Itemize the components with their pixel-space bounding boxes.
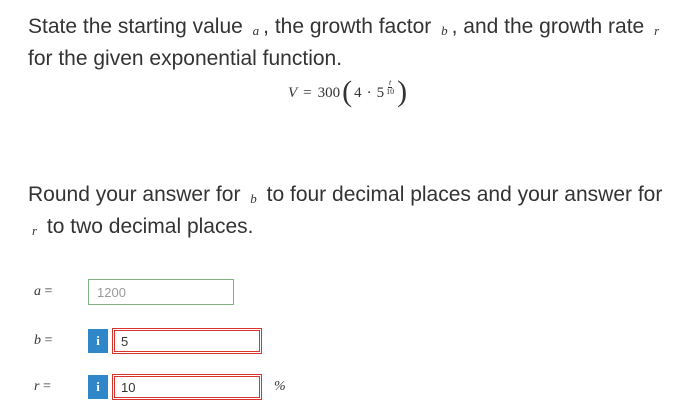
label-var-b: b — [34, 333, 41, 348]
instruction-variable-r: r — [32, 223, 38, 238]
prompt-text-2: , the growth factor — [263, 15, 432, 38]
answer-row-b: b = i — [34, 328, 262, 354]
variable-b: b — [441, 23, 448, 38]
label-var-a: a — [34, 284, 41, 299]
equation-equals: = — [303, 84, 312, 101]
exponent-denominator: 10 — [386, 86, 395, 96]
equation-exponent: t 10 — [385, 78, 395, 96]
equation-lhs: V — [288, 84, 298, 101]
answer-label-a: a = — [34, 284, 88, 300]
info-icon[interactable]: i — [88, 329, 108, 353]
label-eq-a: = — [44, 284, 53, 299]
equation-coefficient: 300 — [317, 84, 341, 101]
variable-r: r — [654, 23, 660, 38]
prompt-text-1: State the starting value — [28, 15, 243, 38]
label-eq-r: = — [42, 379, 51, 394]
info-icon[interactable]: i — [88, 375, 108, 399]
answer-input-b[interactable] — [112, 328, 262, 354]
answer-input-r[interactable] — [112, 374, 262, 400]
answer-label-b: b = — [34, 333, 88, 349]
prompt-text-4: for the given exponential function. — [28, 47, 343, 70]
answer-label-r: r = — [34, 379, 88, 395]
percent-unit: % — [274, 379, 286, 394]
label-var-r: r — [34, 379, 40, 394]
prompt-text-3: , and the growth rate — [451, 15, 645, 38]
answer-row-r: r = i % — [34, 374, 286, 400]
label-eq-b: = — [44, 333, 53, 348]
instruction-text-1: Round your answer for — [28, 183, 241, 206]
equation-inner-base: 4 — [354, 84, 362, 101]
instruction-variable-b: b — [250, 191, 257, 206]
instruction-text-3: to two decimal places. — [46, 215, 254, 238]
variable-a: a — [252, 23, 260, 38]
answer-row-a: a = — [34, 279, 234, 305]
equation-dot: · — [366, 84, 372, 101]
exponential-equation: V = 300 ( 4 · 5 t 10 ) — [288, 75, 409, 108]
answer-input-a[interactable] — [88, 279, 234, 305]
equation-power-base: 5 — [376, 84, 385, 101]
equation-paren-close: ) — [397, 75, 408, 108]
rounding-instruction: Round your answer for b to four decimal … — [28, 180, 678, 244]
instruction-text-2: to four decimal places and your answer f… — [266, 183, 663, 206]
question-prompt: State the starting value a, the growth f… — [28, 12, 678, 74]
equation-paren-open: ( — [342, 75, 353, 108]
